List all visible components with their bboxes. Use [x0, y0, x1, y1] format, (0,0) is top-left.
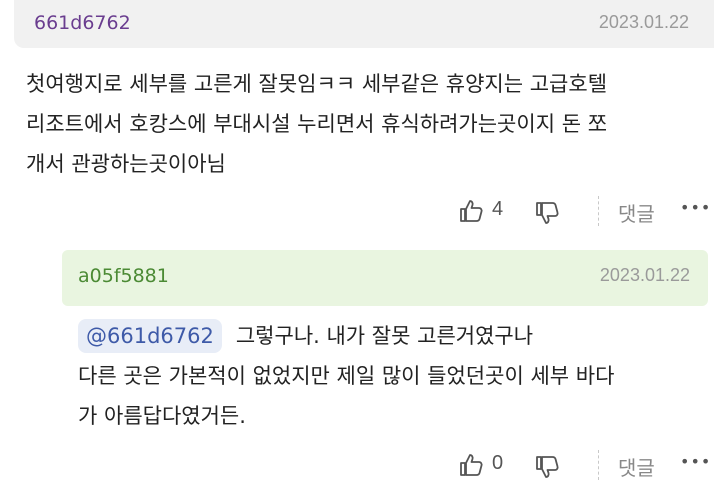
comment-author[interactable]: 661d6762	[34, 12, 131, 34]
comment-text: 첫여행지로 세부를 고른게 잘못임ㅋㅋ 세부같은 휴양지는 고급호텔 리조트에서…	[26, 64, 706, 184]
more-dots-icon[interactable]: •••	[680, 452, 711, 471]
reply-line-text: 그렇구나. 내가 잘못 고른거였구나	[235, 324, 534, 348]
reply-author[interactable]: a05f5881	[78, 265, 169, 287]
like-count: 0	[492, 452, 504, 474]
like-count: 4	[492, 198, 504, 220]
mention-tag[interactable]: @661d6762	[78, 319, 222, 353]
comment-header: 661d6762 2023.01.22	[14, 0, 714, 48]
divider	[598, 196, 599, 226]
reply-date: 2023.01.22	[599, 265, 690, 285]
comment-actions: 4 댓글 •••	[458, 194, 711, 228]
comment-date: 2023.01.22	[598, 12, 689, 32]
divider	[598, 450, 599, 480]
thumbs-up-icon[interactable]	[458, 452, 484, 478]
reply-header: a05f5881 2023.01.22	[62, 250, 708, 306]
reply-button[interactable]: 댓글	[618, 452, 655, 481]
reply-line: 다른 곳은 가본적이 없었지만 제일 많이 들었던곳이 세부 바다	[78, 364, 615, 388]
thumbs-down-icon[interactable]	[534, 454, 560, 480]
thumbs-down-icon[interactable]	[534, 200, 560, 226]
reply-line: @661d6762 그렇구나. 내가 잘못 고른거였구나	[78, 316, 708, 356]
reply-text: @661d6762 그렇구나. 내가 잘못 고른거였구나 다른 곳은 가본적이 없…	[78, 316, 708, 436]
comment-line: 개서 관광하는곳이아님	[26, 152, 226, 176]
comment-line: 리조트에서 호캉스에 부대시설 누리면서 휴식하려가는곳이지 돈 쪼	[26, 112, 608, 136]
reply-button[interactable]: 댓글	[618, 198, 655, 227]
comment-line: 첫여행지로 세부를 고른게 잘못임ㅋㅋ 세부같은 휴양지는 고급호텔	[26, 72, 608, 96]
more-dots-icon[interactable]: •••	[680, 198, 711, 217]
thumbs-up-icon[interactable]	[458, 198, 484, 224]
reply-actions: 0 댓글 •••	[458, 448, 711, 482]
reply-line: 가 아름답다였거든.	[78, 404, 246, 428]
